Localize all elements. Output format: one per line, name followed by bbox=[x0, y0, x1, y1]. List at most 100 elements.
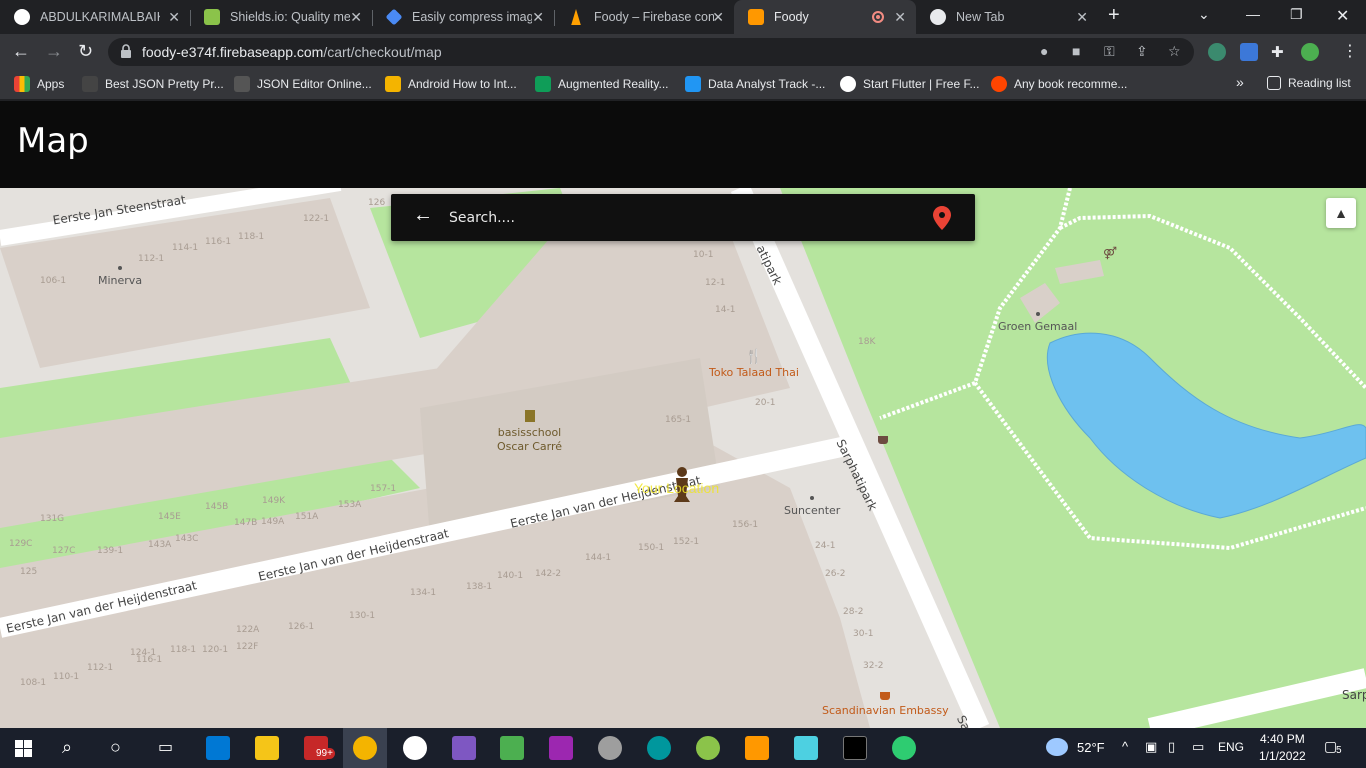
file-explorer-icon[interactable] bbox=[255, 736, 279, 760]
bookmark-augmented-reality[interactable]: Augmented Reality... bbox=[535, 76, 669, 92]
place-scandinavian-embassy[interactable]: Scandinavian Embassy bbox=[822, 692, 949, 718]
compass-button[interactable]: ▲ bbox=[1326, 198, 1356, 228]
database-icon[interactable] bbox=[598, 736, 622, 760]
bookmark-flutter[interactable]: Start Flutter | Free F... bbox=[840, 76, 979, 92]
place-suncenter[interactable]: Suncenter bbox=[784, 496, 840, 518]
house-number: 116-1 bbox=[136, 655, 163, 665]
android-icon bbox=[385, 76, 401, 92]
clock-time[interactable]: 4:40 PM bbox=[1260, 732, 1305, 746]
task-view-icon[interactable]: ▭ bbox=[158, 737, 173, 757]
tab-firebase[interactable]: Foody – Firebase cons ✕ bbox=[554, 0, 734, 34]
place-minerva[interactable]: Minerva bbox=[98, 266, 142, 288]
app-icon[interactable] bbox=[892, 736, 916, 760]
house-number: 149K bbox=[262, 496, 286, 506]
extensions-puzzle-icon[interactable]: ✚ bbox=[1271, 43, 1284, 61]
tab-shields[interactable]: Shields.io: Quality met ✕ bbox=[190, 0, 372, 34]
share-icon[interactable]: ⇪ bbox=[1136, 43, 1148, 60]
arduino-icon[interactable] bbox=[647, 736, 671, 760]
house-number: 143A bbox=[148, 540, 172, 550]
key-icon[interactable]: ⚿ bbox=[1104, 43, 1115, 60]
close-tab-icon[interactable]: ✕ bbox=[168, 9, 180, 26]
search-input[interactable] bbox=[449, 205, 909, 231]
search-icon[interactable]: ⌕ bbox=[62, 737, 72, 758]
tab-new-tab[interactable]: New Tab ✕ bbox=[916, 0, 1098, 34]
tab-compress[interactable]: Easily compress image ✕ bbox=[372, 0, 554, 34]
tab-foody[interactable]: Foody ✕ bbox=[734, 0, 916, 34]
visual-studio-icon[interactable] bbox=[452, 736, 476, 760]
phpstorm-icon[interactable] bbox=[549, 736, 573, 760]
close-tab-icon[interactable]: ✕ bbox=[1076, 9, 1088, 26]
close-tab-icon[interactable]: ✕ bbox=[532, 9, 544, 26]
house-number: 30-1 bbox=[853, 629, 874, 639]
map-pin-icon[interactable] bbox=[933, 206, 951, 230]
diamond-icon bbox=[385, 8, 403, 26]
app-icon[interactable] bbox=[794, 736, 818, 760]
tab-search-icon[interactable]: ⌄ bbox=[1198, 6, 1210, 23]
bookmark-star-icon[interactable]: ☆ bbox=[1168, 43, 1181, 60]
place-dot-icon bbox=[810, 496, 815, 500]
location-icon[interactable]: ● bbox=[1040, 43, 1048, 59]
sublime-icon[interactable] bbox=[745, 736, 769, 760]
terminal-icon[interactable] bbox=[843, 736, 867, 760]
house-number: 129C bbox=[9, 539, 33, 549]
bookmark-data-analyst[interactable]: Data Analyst Track -... bbox=[685, 76, 825, 92]
map-view[interactable]: Eerste Jan Steenstraat Eerste Jan van de… bbox=[0, 188, 1366, 728]
bookmarks-bar: Apps Best JSON Pretty Pr... JSON Editor … bbox=[0, 70, 1366, 100]
bookmark-apps[interactable]: Apps bbox=[14, 76, 64, 92]
place-toko-talaad-thai[interactable]: 🍴 Toko Talaad Thai bbox=[709, 350, 799, 380]
app-icon[interactable] bbox=[403, 736, 427, 760]
close-tab-icon[interactable]: ✕ bbox=[712, 9, 724, 26]
lock-icon bbox=[121, 44, 131, 58]
camera-icon[interactable]: ■ bbox=[1072, 43, 1080, 59]
app-icon[interactable] bbox=[500, 736, 524, 760]
address-bar[interactable]: foody-e374f.firebaseapp.com/cart/checkou… bbox=[108, 38, 1194, 66]
clock-date[interactable]: 1/1/2022 bbox=[1259, 749, 1306, 763]
back-icon[interactable]: ← bbox=[12, 41, 30, 62]
restore-icon[interactable]: ❐ bbox=[1290, 6, 1303, 23]
windows-start-icon[interactable] bbox=[15, 740, 32, 757]
forward-icon[interactable]: → bbox=[45, 41, 63, 62]
place-basisschool[interactable]: basisschool Oscar Carré bbox=[497, 410, 562, 454]
tab-strip: ABDULKARIMALBAIK/ ✕ Shields.io: Quality … bbox=[0, 0, 1366, 34]
tray-chevron-icon[interactable]: ^ bbox=[1122, 739, 1128, 754]
reading-list[interactable]: Reading list bbox=[1267, 76, 1351, 90]
bookmark-json-pretty[interactable]: Best JSON Pretty Pr... bbox=[82, 76, 224, 92]
weather-icon[interactable] bbox=[1046, 738, 1068, 756]
new-tab-icon[interactable]: + bbox=[1108, 4, 1120, 27]
weather-temp[interactable]: 52°F bbox=[1077, 740, 1105, 755]
house-number: 112-1 bbox=[138, 254, 165, 264]
house-number: 32-2 bbox=[863, 661, 884, 671]
bookmark-json-editor[interactable]: JSON Editor Online... bbox=[234, 76, 372, 92]
mail-badge: 99+ bbox=[314, 748, 335, 759]
bookmark-reddit[interactable]: Any book recomme... bbox=[991, 76, 1127, 92]
chrome-taskbar-icon[interactable] bbox=[353, 736, 377, 760]
extension-blue-icon[interactable] bbox=[1240, 43, 1258, 61]
profile-avatar[interactable] bbox=[1301, 43, 1319, 61]
close-window-icon[interactable]: ✕ bbox=[1336, 6, 1349, 26]
tray-icon[interactable]: ▯ bbox=[1168, 739, 1175, 755]
store-icon[interactable] bbox=[206, 736, 230, 760]
language-indicator[interactable]: ENG bbox=[1218, 740, 1244, 754]
house-number: 10-1 bbox=[693, 250, 714, 260]
app-header: Map bbox=[0, 101, 1366, 188]
battery-icon[interactable]: ▭ bbox=[1192, 739, 1204, 755]
house-number: 147B bbox=[234, 518, 258, 528]
menu-icon[interactable]: ⋮ bbox=[1342, 41, 1358, 61]
house-number: 122A bbox=[236, 625, 260, 635]
tray-icon[interactable]: ▣ bbox=[1145, 739, 1157, 755]
app-icon[interactable] bbox=[696, 736, 720, 760]
tab-github[interactable]: ABDULKARIMALBAIK/ ✕ bbox=[0, 0, 190, 34]
extension-nl-icon[interactable] bbox=[1208, 43, 1226, 61]
minimize-icon[interactable]: — bbox=[1246, 6, 1260, 22]
reload-icon[interactable]: ↻ bbox=[78, 41, 93, 62]
close-tab-icon[interactable]: ✕ bbox=[894, 9, 906, 26]
place-groen-gemaal[interactable]: Groen Gemaal bbox=[998, 312, 1077, 334]
cortana-icon[interactable]: ○ bbox=[110, 737, 121, 758]
close-tab-icon[interactable]: ✕ bbox=[350, 9, 362, 26]
back-arrow-icon[interactable]: ← bbox=[413, 204, 433, 227]
restaurant-icon: 🍴 bbox=[745, 349, 763, 365]
bookmark-android[interactable]: Android How to Int... bbox=[385, 76, 517, 92]
more-bookmarks[interactable]: » bbox=[1236, 74, 1244, 90]
firebase-icon bbox=[571, 9, 581, 25]
street-label: Sarp bbox=[1342, 688, 1366, 702]
